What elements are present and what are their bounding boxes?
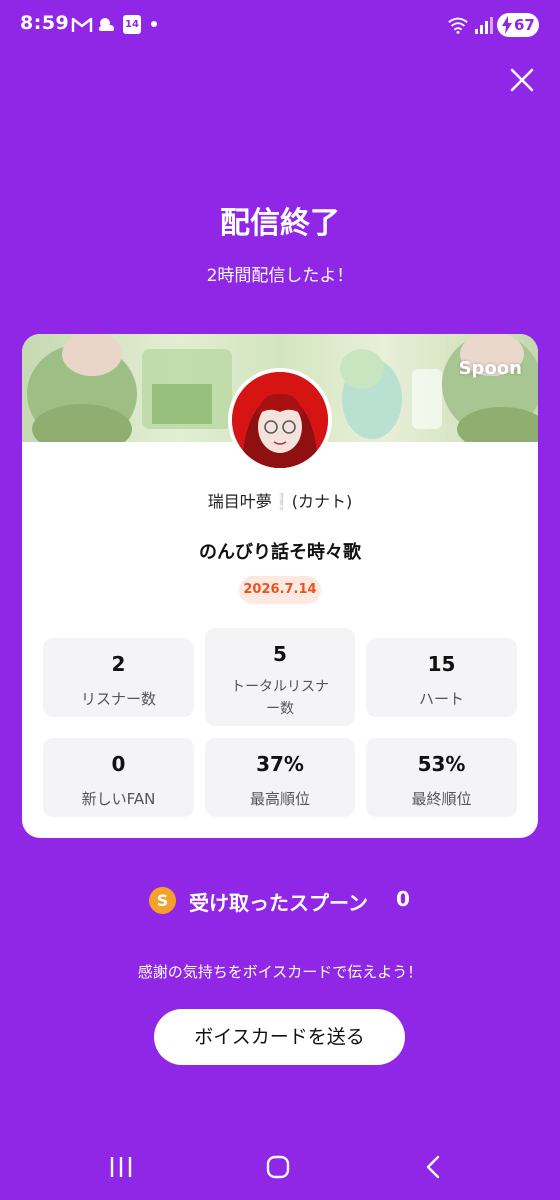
stat-value: 0 xyxy=(111,752,126,776)
stat-value: 15 xyxy=(427,652,456,676)
gmail-icon xyxy=(71,17,93,32)
stat-label: 最高順位 xyxy=(249,790,310,808)
spoon-coin-icon: S xyxy=(149,887,176,914)
home-icon[interactable] xyxy=(258,1150,298,1184)
avatar-illustration xyxy=(232,372,328,468)
send-voice-card-button[interactable]: ボイスカードを送る xyxy=(154,1009,405,1065)
stat-final-rank: 53% 最終順位 xyxy=(366,738,517,817)
page-title: 配信終了 xyxy=(220,206,340,241)
notification-dot xyxy=(151,21,157,27)
stat-value: 2 xyxy=(111,652,126,676)
stat-total-listeners: 5 トータルリスナー数 xyxy=(205,628,355,726)
spoons-received: S 受け取ったスプーン 0 xyxy=(0,884,560,916)
stat-label: リスナー数 xyxy=(80,690,156,708)
avatar xyxy=(228,368,332,472)
stat-label: ハート xyxy=(418,690,464,708)
stat-label: 最終順位 xyxy=(411,790,472,808)
wifi-icon xyxy=(448,17,468,34)
recents-icon[interactable] xyxy=(101,1150,141,1184)
stat-value: 5 xyxy=(273,642,287,666)
thanks-message: 感謝の気持ちをボイスカードで伝えよう！ xyxy=(137,963,423,981)
stat-listeners: 2 リスナー数 xyxy=(43,638,194,717)
broadcast-title: のんびり話そ時々歌 xyxy=(199,542,361,563)
stat-label: 新しいFAN xyxy=(81,790,156,808)
brand-logo: Spoon xyxy=(458,358,522,379)
stat-peak-rank: 37% 最高順位 xyxy=(205,738,355,817)
calendar-icon: 14 xyxy=(123,15,141,34)
spoons-count: 0 xyxy=(396,887,410,911)
broadcast-summary-card: Spoon 瑞目叶夢❕(カナト) のんびり話そ時々歌 2026.7.14 2 リ… xyxy=(22,334,538,838)
date-badge: 2026.7.14 xyxy=(239,576,321,604)
stat-label: トータルリスナー数 xyxy=(231,679,329,717)
signal-icon xyxy=(475,17,493,34)
stat-value: 53% xyxy=(417,752,466,776)
stat-new-fans: 0 新しいFAN xyxy=(43,738,194,817)
status-bar: 8:59 14 67 xyxy=(0,0,560,52)
battery-level: 67 xyxy=(514,16,535,34)
stat-hearts: 15 ハート xyxy=(366,638,517,717)
battery-charging-icon: 67 xyxy=(497,13,539,37)
page-subtitle: 2時間配信したよ！ xyxy=(206,266,354,286)
weather-icon xyxy=(98,18,114,31)
bolt-icon xyxy=(502,16,512,34)
username: 瑞目叶夢❕(カナト) xyxy=(207,492,353,511)
close-icon[interactable] xyxy=(504,62,540,98)
status-time: 8:59 xyxy=(20,12,70,34)
stat-value: 37% xyxy=(256,752,304,776)
back-icon[interactable] xyxy=(414,1150,454,1184)
spoons-label: 受け取ったスプーン xyxy=(189,891,368,915)
